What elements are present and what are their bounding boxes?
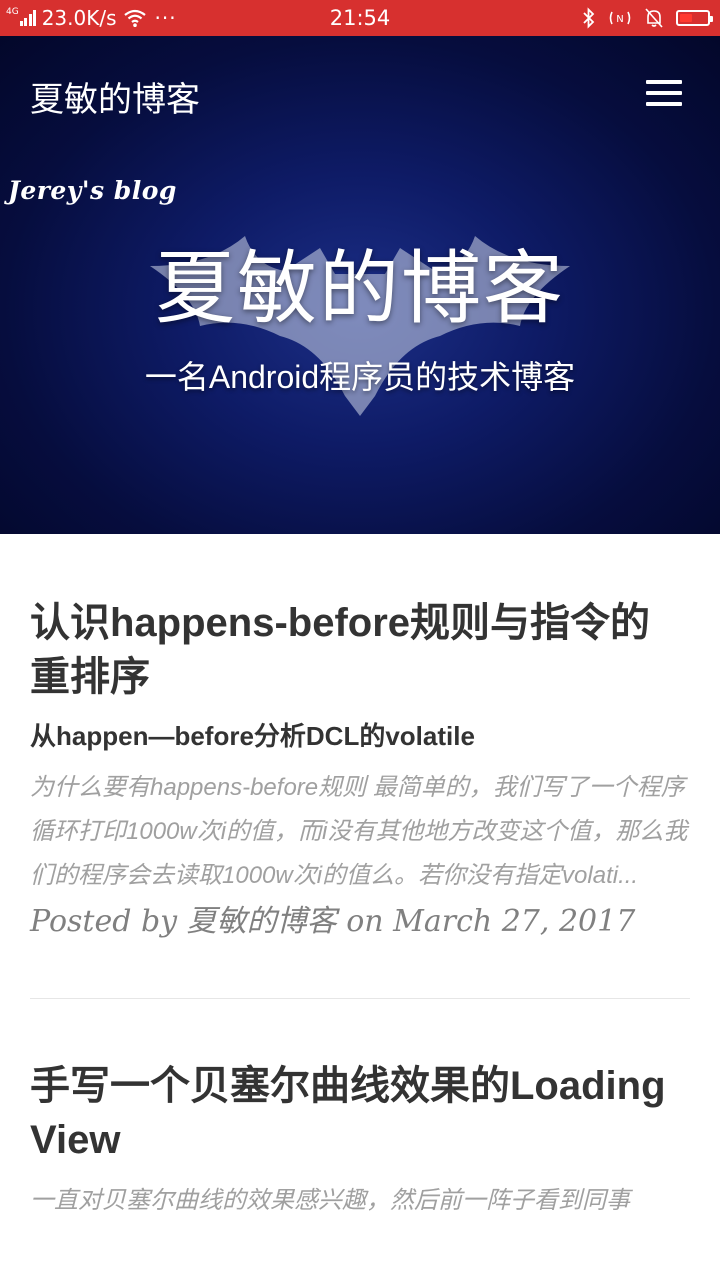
post-divider: [30, 998, 690, 999]
battery-fill: [680, 14, 692, 22]
status-bar: 4G 23.0K/s ··· 21:54 N: [0, 0, 720, 36]
post-preview[interactable]: 手写一个贝塞尔曲线效果的Loading View 一直对贝塞尔曲线的效果感兴趣，…: [30, 1059, 690, 1223]
svg-text:N: N: [616, 14, 623, 25]
battery-icon: [676, 10, 713, 26]
post-excerpt[interactable]: 一直对贝塞尔曲线的效果感兴趣，然后前一阵子看到同事: [30, 1179, 690, 1223]
bluetooth-icon: [583, 7, 595, 29]
site-brand[interactable]: 夏敏的博客: [30, 72, 200, 121]
post-excerpt[interactable]: 为什么要有happens-before规则 最简单的，我们写了一个程序循环打印1…: [30, 766, 690, 898]
hero-title: 夏敏的博客: [155, 244, 565, 333]
post-title[interactable]: 手写一个贝塞尔曲线效果的Loading View: [30, 1059, 690, 1167]
hero-banner: 夏敏的博客 Jerey's blog 夏敏的博客 一名Android程序员的技术…: [0, 36, 720, 534]
hero-subtitle: 一名Android程序员的技术博客: [144, 359, 576, 395]
post-title[interactable]: 认识happens-before规则与指令的重排序: [30, 596, 690, 704]
post-meta: Posted by 夏敏的博客 on March 27, 2017: [30, 904, 636, 939]
status-right: N: [582, 0, 713, 36]
mute-icon: [645, 8, 663, 28]
hamburger-menu-icon[interactable]: [646, 80, 682, 106]
post-subtitle[interactable]: 从happen—before分析DCL的volatile: [30, 718, 690, 754]
blog-script-label: Jerey's blog: [8, 176, 177, 205]
post-preview[interactable]: 认识happens-before规则与指令的重排序 从happen—before…: [30, 596, 690, 940]
post-list: 认识happens-before规则与指令的重排序 从happen—before…: [30, 534, 690, 1223]
nfc-icon: N: [609, 11, 631, 25]
